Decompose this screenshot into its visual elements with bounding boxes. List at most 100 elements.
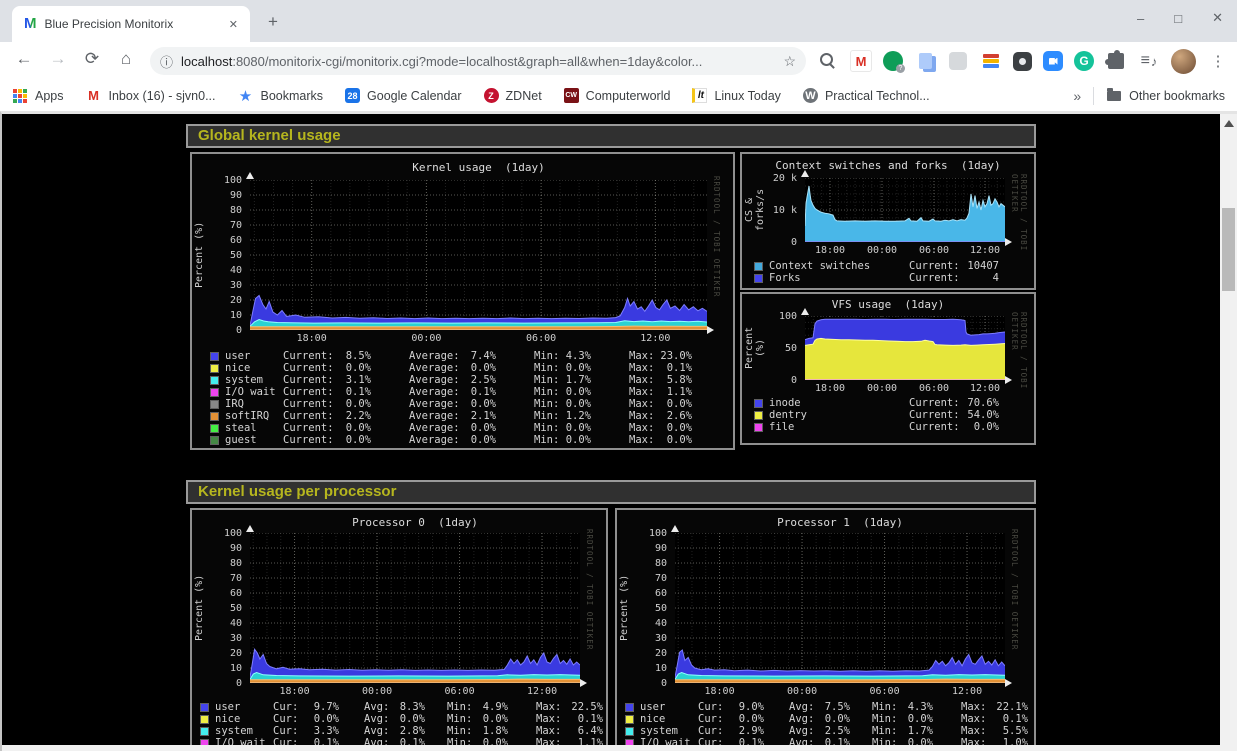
playlist-extension-icon[interactable]: ♪ bbox=[1138, 50, 1160, 72]
y-tick-label: 40 bbox=[617, 618, 667, 629]
minimize-button[interactable]: – bbox=[1133, 9, 1148, 28]
legend-stat-value: 2.1% bbox=[463, 410, 496, 422]
browser-tab[interactable]: M Blue Precision Monitorix ✕ bbox=[12, 6, 250, 42]
dark-extension-icon[interactable] bbox=[1013, 52, 1032, 71]
legend-swatch bbox=[210, 436, 219, 445]
site-info-icon[interactable]: ⓘ bbox=[160, 52, 173, 71]
scroll-up-arrow-icon[interactable] bbox=[1224, 120, 1234, 127]
legend-series-name: system bbox=[225, 374, 283, 386]
legend-stat-label: Average: bbox=[409, 434, 463, 446]
zdnet-icon: Z bbox=[484, 88, 499, 103]
voice-extension-icon[interactable]: ? bbox=[883, 51, 903, 71]
legend-stat-value: 54.0% bbox=[963, 409, 999, 421]
legend-swatch bbox=[210, 412, 219, 421]
bookmark-practical-technology[interactable]: W Practical Technol... bbox=[803, 88, 930, 103]
grammarly-extension-icon[interactable]: G bbox=[1074, 51, 1094, 71]
processor-1-graph[interactable]: Processor 1 (1day)Percent (%)10090807060… bbox=[615, 508, 1036, 751]
bookmarks-overflow-icon[interactable]: » bbox=[1073, 88, 1081, 104]
legend-series-name: Context switches bbox=[769, 260, 889, 272]
address-bar[interactable]: ⓘ localhost :8080/monitorix-cgi/monitori… bbox=[150, 47, 806, 75]
vfs-usage-graph[interactable]: VFS usage (1day)Percent (%)10050018:0000… bbox=[740, 292, 1036, 445]
y-tick-label: 90 bbox=[617, 543, 667, 554]
legend-series-name: user bbox=[225, 350, 283, 362]
bookmark-zdnet[interactable]: Z ZDNet bbox=[484, 88, 542, 103]
horizontal-scrollbar[interactable] bbox=[2, 745, 1237, 751]
y-tick-label: 80 bbox=[617, 558, 667, 569]
search-icon[interactable] bbox=[817, 50, 839, 72]
bookmark-bookmarks[interactable]: ★ Bookmarks bbox=[238, 88, 324, 104]
browser-menu-icon[interactable]: ⋮ bbox=[1207, 50, 1229, 72]
legend-stat-value: 0.0% bbox=[823, 713, 850, 725]
y-tick-label: 30 bbox=[617, 633, 667, 644]
legend-stat-label: Avg: bbox=[364, 725, 398, 737]
kernel-usage-graph[interactable]: Kernel usage (1day)Percent (%)1009080706… bbox=[190, 152, 735, 450]
processor-0-graph[interactable]: Processor 0 (1day)Percent (%)10090807060… bbox=[190, 508, 608, 751]
y-tick-label: 100 bbox=[742, 311, 797, 322]
extensions-puzzle-icon[interactable] bbox=[1105, 50, 1127, 72]
x-tick-label: 12:00 bbox=[959, 245, 1011, 256]
bookmark-computerworld[interactable]: CW Computerworld bbox=[564, 88, 671, 103]
legend-stat-label: Max: bbox=[629, 422, 659, 434]
legend-stat-value: 0.0% bbox=[906, 713, 933, 725]
rrdtool-watermark: RRDTOOL / TOBI OETIKER bbox=[1010, 529, 1019, 709]
graph-legend: userCur:9.0%Avg:7.5%Min:4.3%Max:22.1%nic… bbox=[625, 701, 1028, 749]
vertical-scrollbar[interactable] bbox=[1220, 114, 1237, 745]
legend-stat-value: 10407 bbox=[963, 260, 999, 272]
legend-stat-label: Avg: bbox=[364, 701, 398, 713]
rrdtool-watermark: RRDTOOL / TOBI OETIKER bbox=[712, 176, 721, 356]
legend-stat-value: 0.1% bbox=[337, 386, 371, 398]
bookmark-star-icon[interactable]: ☆ bbox=[783, 53, 796, 70]
legend-stat-label: Min: bbox=[447, 725, 481, 737]
legend-stat-value: 0.0% bbox=[564, 386, 591, 398]
copy-pages-extension-icon[interactable] bbox=[914, 50, 936, 72]
x-tick-label: 06:00 bbox=[434, 686, 486, 697]
legend-stat-value: 2.2% bbox=[337, 410, 371, 422]
forward-button[interactable]: → bbox=[46, 49, 70, 69]
context-switches-graph[interactable]: Context switches and forks (1day)CS & fo… bbox=[740, 152, 1036, 290]
legend-stat-label: Max: bbox=[629, 398, 659, 410]
bookmark-inbox[interactable]: M Inbox (16) - sjvn0... bbox=[86, 88, 216, 104]
books-extension-icon[interactable] bbox=[980, 50, 1002, 72]
legend-stat-label: Current: bbox=[283, 410, 337, 422]
legend-stat-label: Max: bbox=[961, 725, 995, 737]
legend-stat-label: Cur: bbox=[273, 725, 307, 737]
new-tab-button[interactable]: + bbox=[262, 10, 284, 34]
inactive-extension-icon[interactable] bbox=[947, 50, 969, 72]
legend-stat-value: 4.9% bbox=[481, 701, 508, 713]
legend-stat-label: Avg: bbox=[789, 701, 823, 713]
tab-close-icon[interactable]: ✕ bbox=[225, 16, 242, 33]
other-bookmarks[interactable]: Other bookmarks bbox=[1106, 88, 1225, 104]
graph-legend: Context switchesCurrent:10407ForksCurren… bbox=[754, 260, 999, 284]
y-tick-label: 80 bbox=[192, 558, 242, 569]
maximize-button[interactable]: □ bbox=[1170, 9, 1186, 28]
legend-row: niceCur:0.0%Avg:0.0%Min:0.0%Max:0.1% bbox=[200, 713, 603, 725]
legend-stat-value: 0.0% bbox=[659, 398, 692, 410]
bookmark-google-calendar[interactable]: 28 Google Calendar bbox=[345, 88, 462, 103]
bookmark-linux-today[interactable]: lt Linux Today bbox=[692, 88, 781, 103]
y-tick-label: 100 bbox=[192, 528, 242, 539]
legend-row: guestCurrent:0.0%Average:0.0%Min:0.0%Max… bbox=[210, 434, 692, 446]
x-tick-label: 18:00 bbox=[269, 686, 321, 697]
home-button[interactable]: ⌂ bbox=[114, 49, 138, 69]
legend-swatch bbox=[754, 411, 763, 420]
legend-stat-value: 7.5% bbox=[823, 701, 850, 713]
legend-stat-value: 1.7% bbox=[564, 374, 591, 386]
legend-swatch bbox=[210, 376, 219, 385]
gmail-extension-icon[interactable]: M bbox=[850, 50, 872, 72]
profile-avatar[interactable] bbox=[1171, 49, 1196, 74]
legend-stat-label: Cur: bbox=[698, 701, 732, 713]
back-button[interactable]: ← bbox=[12, 49, 36, 69]
reload-button[interactable]: ⟳ bbox=[80, 49, 104, 69]
zoom-extension-icon[interactable] bbox=[1043, 51, 1063, 71]
legend-stat-value: 8.3% bbox=[398, 701, 425, 713]
close-button[interactable]: ✕ bbox=[1208, 8, 1227, 28]
y-tick-label: 40 bbox=[192, 265, 242, 276]
legend-stat-value: 4 bbox=[963, 272, 999, 284]
graph-legend: userCur:9.7%Avg:8.3%Min:4.9%Max:22.5%nic… bbox=[200, 701, 603, 749]
browser-window: M Blue Precision Monitorix ✕ + – □ ✕ ← →… bbox=[0, 0, 1237, 751]
x-tick-label: 06:00 bbox=[859, 686, 911, 697]
legend-series-name: dentry bbox=[769, 409, 889, 421]
bookmark-apps[interactable]: Apps bbox=[12, 88, 64, 104]
x-tick-label: 00:00 bbox=[856, 383, 908, 394]
scrollbar-thumb[interactable] bbox=[1222, 208, 1235, 291]
